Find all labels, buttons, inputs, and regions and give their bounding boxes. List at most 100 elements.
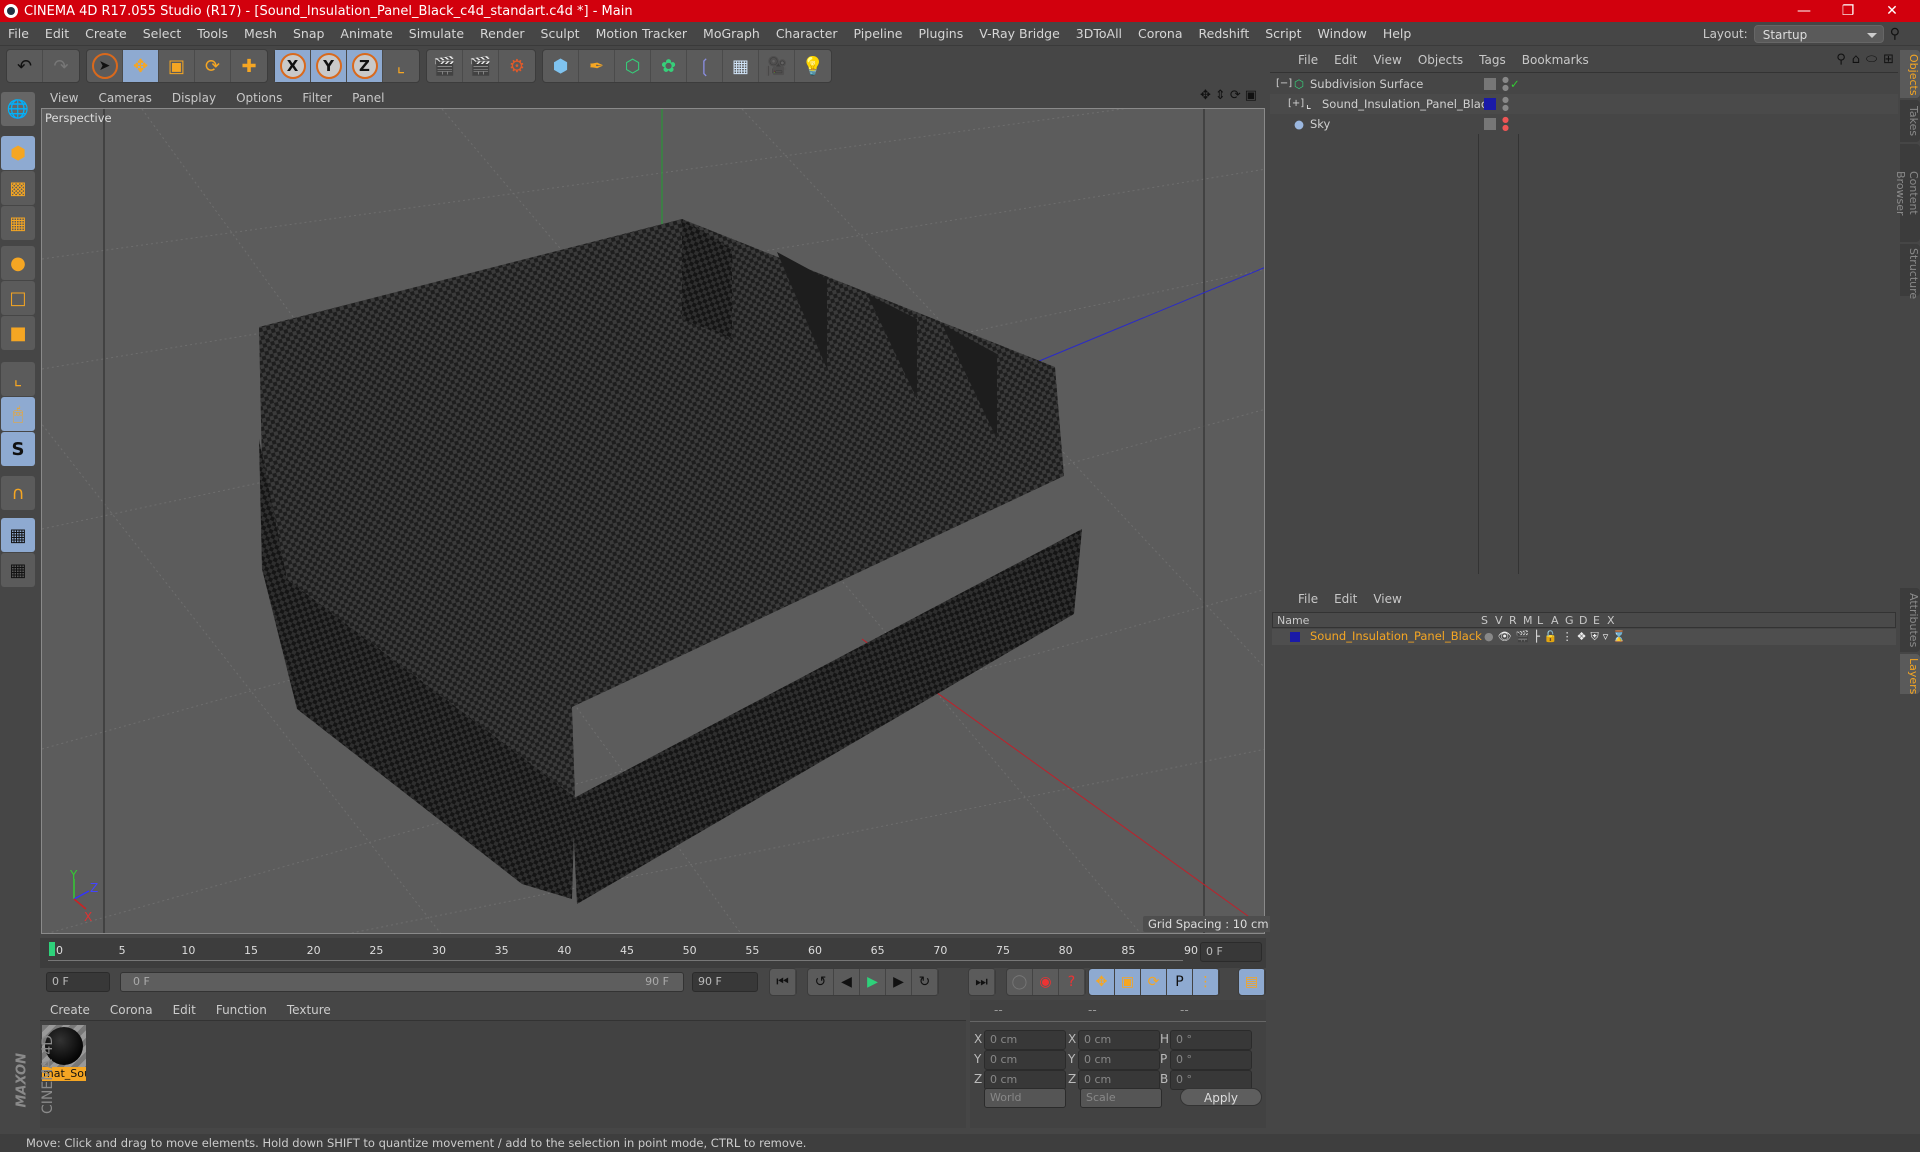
object-menu-view[interactable]: View	[1365, 53, 1409, 67]
column-d[interactable]: D	[1579, 614, 1587, 627]
move-icon[interactable]: ✥	[123, 50, 159, 82]
menu-motion-tracker[interactable]: Motion Tracker	[588, 26, 695, 41]
camera-icon[interactable]: 🎥	[759, 50, 795, 82]
menu-window[interactable]: Window	[1310, 26, 1375, 41]
y-axis-icon[interactable]: Y	[311, 50, 347, 82]
pla-key-icon[interactable]: ⋮	[1193, 969, 1219, 995]
model-mode-icon[interactable]: ⬢	[1, 136, 35, 170]
viewport-menu-panel[interactable]: Panel	[342, 91, 394, 105]
menu-sculpt[interactable]: Sculpt	[533, 26, 588, 41]
go-to-start-icon[interactable]: ⏮	[770, 969, 796, 995]
solo-icon[interactable]: S	[1, 432, 35, 466]
restore-button[interactable]: ❐	[1826, 0, 1870, 22]
column-l[interactable]: L	[1537, 614, 1543, 627]
close-button[interactable]: ✕	[1870, 0, 1914, 22]
menu-tools[interactable]: Tools	[189, 26, 236, 41]
layer-color-swatch[interactable]	[1484, 98, 1496, 110]
menu-corona[interactable]: Corona	[1130, 26, 1190, 41]
menu-redshift[interactable]: Redshift	[1191, 26, 1258, 41]
rotation-field[interactable]: 0 °	[1170, 1070, 1252, 1090]
layer-row[interactable]: Sound_Insulation_Panel_Black ● 👁 🎬 ├ 🔓 ⋮…	[1272, 629, 1896, 645]
manager-flag-icon[interactable]: ├	[1533, 630, 1540, 644]
visible-flag-icon[interactable]: 👁	[1498, 630, 1512, 644]
layer-color-swatch[interactable]	[1290, 632, 1300, 642]
viewport-menu-display[interactable]: Display	[162, 91, 226, 105]
column-e[interactable]: E	[1593, 614, 1600, 627]
record-keys-disabled-icon[interactable]: ◯	[1007, 969, 1033, 995]
visibility-dots-icon[interactable]: ● ●	[1502, 76, 1509, 92]
rotate-icon[interactable]: ⟳	[195, 50, 231, 82]
column-a[interactable]: A	[1551, 614, 1559, 627]
current-frame-field[interactable]: 0 F	[1200, 942, 1262, 962]
maximize-view-icon[interactable]: ▣	[1245, 88, 1257, 103]
scale-icon[interactable]: ▣	[159, 50, 195, 82]
apply-button[interactable]: Apply	[1180, 1088, 1262, 1106]
menu-help[interactable]: Help	[1375, 26, 1420, 41]
timeline-icon[interactable]: ▤	[1239, 969, 1265, 995]
redo-icon[interactable]: ↷	[43, 50, 79, 82]
home-icon[interactable]: ⌂	[1852, 52, 1860, 67]
menu-script[interactable]: Script	[1257, 26, 1309, 41]
make-editable-icon[interactable]: 🌐	[1, 92, 35, 126]
scale-key-icon[interactable]: ▣	[1115, 969, 1141, 995]
param-key-icon[interactable]: P	[1167, 969, 1193, 995]
3d-viewport[interactable]: Y Z X	[41, 108, 1265, 934]
animation-flag-icon[interactable]: ⋮	[1562, 630, 1573, 644]
viewport-menu-filter[interactable]: Filter	[292, 91, 342, 105]
material-menu-corona[interactable]: Corona	[100, 1003, 163, 1017]
position-field[interactable]: 0 cm	[984, 1070, 1066, 1090]
column-m[interactable]: M	[1523, 614, 1533, 627]
object-row[interactable]: ● Sky ● ●	[1270, 114, 1898, 134]
menu-render[interactable]: Render	[472, 26, 533, 41]
snap-icon[interactable]: ∩	[1, 476, 35, 510]
enabled-check-icon[interactable]: ✓	[1510, 74, 1520, 94]
viewport-menu-options[interactable]: Options	[226, 91, 292, 105]
layer-menu-file[interactable]: File	[1290, 592, 1326, 606]
column-r[interactable]: R	[1509, 614, 1517, 627]
tab-takes[interactable]: Takes	[1900, 100, 1920, 142]
object-menu-bookmarks[interactable]: Bookmarks	[1514, 53, 1597, 67]
undo-icon[interactable]: ↶	[7, 50, 43, 82]
tweak-mode-icon[interactable]: 🖱	[1, 397, 35, 431]
next-frame-icon[interactable]: ▶	[886, 969, 912, 995]
play-icon[interactable]: ▶	[860, 969, 886, 995]
render-settings-icon[interactable]: ⚙	[499, 50, 535, 82]
layout-dropdown[interactable]: Startup	[1753, 25, 1884, 43]
pen-icon[interactable]: ✒	[579, 50, 615, 82]
tab-content-browser[interactable]: Content Browser	[1894, 144, 1920, 242]
previous-frame-icon[interactable]: ◀	[834, 969, 860, 995]
editor-visibility-icon[interactable]	[1484, 118, 1496, 130]
expand-toggle[interactable]: [+]	[1288, 94, 1304, 114]
object-menu-tags[interactable]: Tags	[1471, 53, 1514, 67]
position-field[interactable]: 0 cm	[984, 1030, 1066, 1050]
object-row[interactable]: [−] ⬡ Subdivision Surface ● ● ✓	[1270, 74, 1898, 94]
coordinate-mode-dropdown[interactable]: World	[984, 1088, 1066, 1108]
floor-icon[interactable]: ▦	[723, 50, 759, 82]
rotate-key-icon[interactable]: ⟳	[1141, 969, 1167, 995]
frame-range-slider[interactable]: 0 F 90 F	[120, 972, 684, 992]
tab-structure[interactable]: Structure	[1900, 244, 1920, 299]
x-axis-icon[interactable]: X	[275, 50, 311, 82]
workplane-lock-icon[interactable]: ▦	[1, 518, 35, 552]
layer-menu-edit[interactable]: Edit	[1326, 592, 1365, 606]
menu-character[interactable]: Character	[768, 26, 846, 41]
deformers-flag-icon[interactable]: ⛨	[1590, 630, 1598, 644]
tab-objects[interactable]: Objects	[1900, 50, 1920, 98]
menu-3dtoall[interactable]: 3DToAll	[1068, 26, 1130, 41]
column-x[interactable]: X	[1607, 614, 1615, 627]
render-view-icon[interactable]: 🎬	[427, 50, 463, 82]
menu-select[interactable]: Select	[135, 26, 190, 41]
menu-plugins[interactable]: Plugins	[910, 26, 971, 41]
menu-pipeline[interactable]: Pipeline	[846, 26, 911, 41]
viewport-menu-cameras[interactable]: Cameras	[88, 91, 161, 105]
coordinate-system-icon[interactable]: ⌞	[383, 50, 419, 82]
column-v[interactable]: V	[1495, 614, 1503, 627]
search-icon[interactable]: ⚲	[1836, 52, 1846, 67]
layer-name[interactable]: Sound_Insulation_Panel_Black	[1310, 629, 1482, 643]
rotation-field[interactable]: 0 °	[1170, 1030, 1252, 1050]
edges-mode-icon[interactable]: □	[1, 281, 35, 315]
position-field[interactable]: 0 cm	[984, 1050, 1066, 1070]
new-view-icon[interactable]: ⊞	[1883, 52, 1894, 67]
menu-simulate[interactable]: Simulate	[401, 26, 472, 41]
object-menu-edit[interactable]: Edit	[1326, 53, 1365, 67]
